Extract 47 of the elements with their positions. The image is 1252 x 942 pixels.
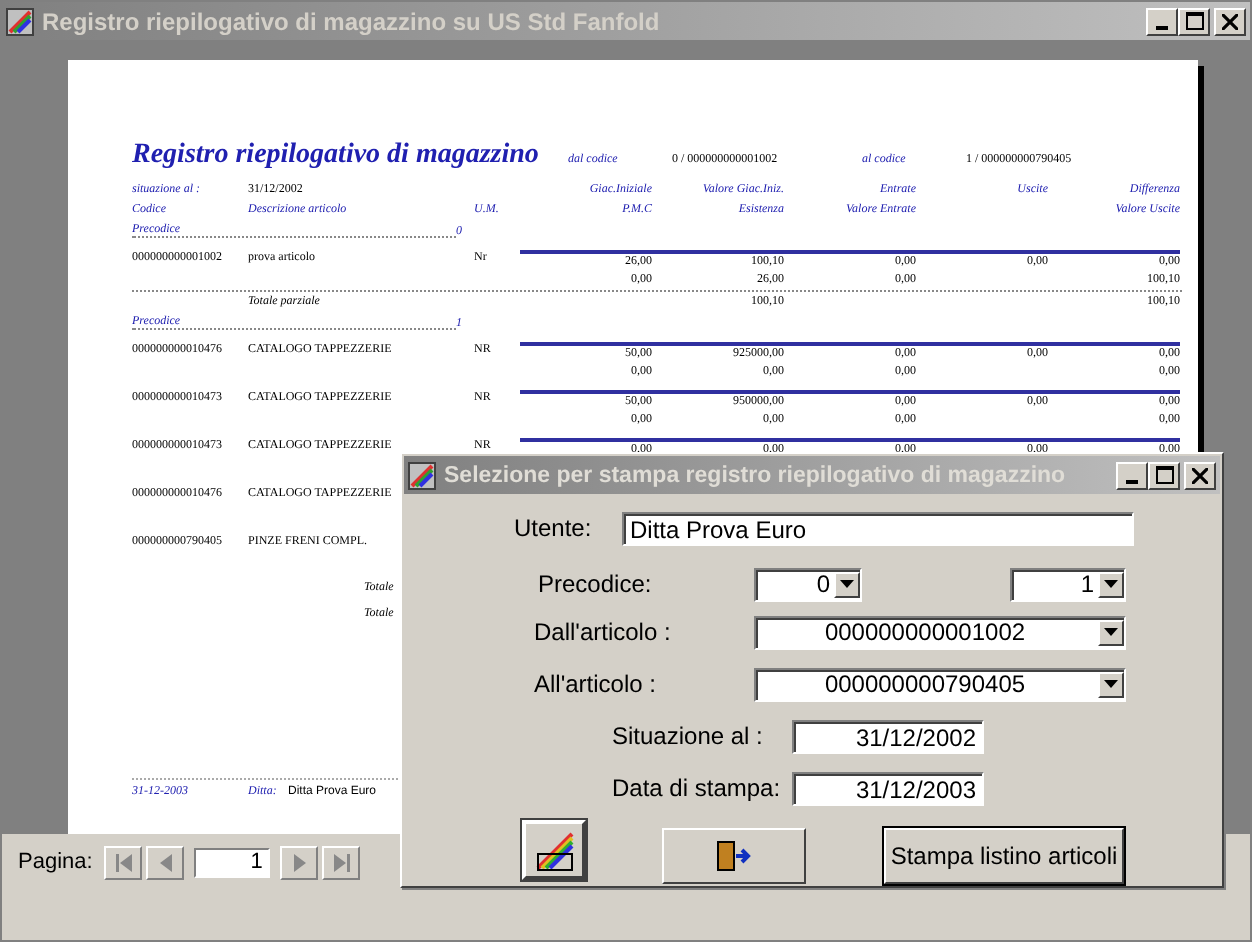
maximize-button[interactable]: [1148, 461, 1180, 489]
maximize-icon: [1155, 466, 1173, 484]
close-button[interactable]: [1214, 7, 1246, 35]
from-item-dropdown[interactable]: 000000000001002: [754, 615, 1126, 649]
caret-icon: [1104, 580, 1118, 588]
to-item-label: All'articolo :: [534, 670, 658, 698]
first-page-button[interactable]: [104, 845, 143, 879]
close-icon: [1222, 13, 1238, 29]
precode-to-dropdown[interactable]: 1: [1010, 567, 1126, 601]
precode-from-dropdown[interactable]: 0: [754, 567, 862, 601]
to-item-dropdown[interactable]: 000000000790405: [754, 667, 1126, 701]
next-page-button[interactable]: [280, 845, 319, 879]
app-icon: [6, 7, 34, 35]
minimize-icon: [1126, 479, 1138, 483]
minimize-button[interactable]: [1146, 7, 1178, 35]
print-date-label: Data di stampa:: [612, 774, 783, 802]
exit-button[interactable]: [662, 828, 806, 884]
caret-icon: [1104, 628, 1118, 636]
print-list-button[interactable]: Stampa listino articoli: [884, 828, 1124, 884]
page-number-field[interactable]: 1: [194, 847, 271, 877]
logo-button[interactable]: [522, 820, 586, 880]
previous-page-icon: [157, 853, 174, 871]
maximize-button[interactable]: [1178, 7, 1210, 35]
first-page-icon: [113, 853, 134, 871]
caret-icon: [840, 580, 854, 588]
maximize-icon: [1185, 12, 1203, 30]
caret-icon: [1104, 680, 1118, 688]
report-title: Registro riepilogativo di magazzino: [132, 140, 541, 172]
minimize-button[interactable]: [1116, 461, 1148, 489]
user-field[interactable]: Ditta Prova Euro: [622, 511, 1134, 545]
last-page-icon: [331, 853, 352, 871]
logo-icon: [532, 828, 576, 872]
previous-page-button[interactable]: [146, 845, 185, 879]
print-date-field[interactable]: 31/12/2003: [792, 771, 984, 805]
minimize-icon: [1156, 25, 1168, 29]
user-label: Utente:: [514, 514, 594, 542]
page-label: Pagina:: [18, 850, 93, 874]
last-page-button[interactable]: [322, 845, 361, 879]
precode-label: Precodice:: [538, 570, 654, 598]
door-exit-icon: [716, 840, 752, 872]
close-button[interactable]: [1184, 461, 1216, 489]
situation-date-field[interactable]: 31/12/2002: [792, 719, 984, 753]
from-item-label: Dall'articolo :: [534, 618, 673, 646]
situation-date-label: Situazione al :: [612, 722, 765, 750]
app-icon: [408, 461, 436, 489]
close-icon: [1192, 467, 1208, 483]
next-page-icon: [291, 853, 308, 871]
